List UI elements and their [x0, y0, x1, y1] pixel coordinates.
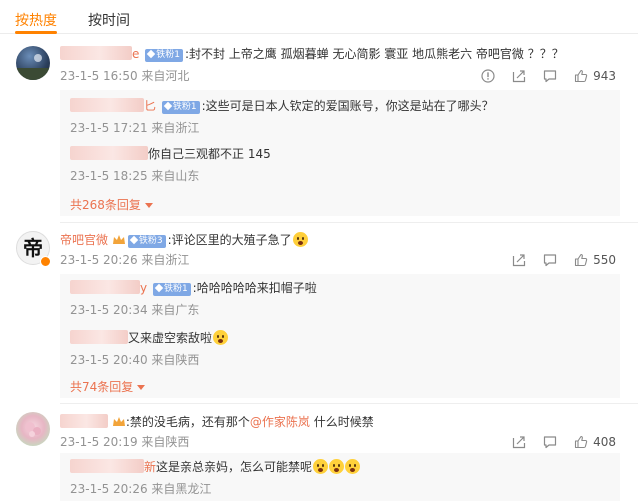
report-button[interactable]	[481, 69, 495, 83]
like-count: 943	[593, 69, 616, 83]
sort-tabs: 按热度 按时间	[0, 0, 638, 34]
username[interactable]: 匕	[144, 99, 156, 113]
emoji-icon	[213, 330, 229, 345]
share-icon	[512, 436, 526, 449]
reply-list: 匕 铁粉1:这些可是日本人钦定的爱国账号，你这是站在了哪头？ 23-1-5 17…	[60, 90, 620, 216]
crown-icon	[112, 235, 125, 244]
emoji-icon	[329, 459, 345, 474]
username-redacted[interactable]	[70, 330, 128, 344]
reply-meta: 23-1-5 20:26 来自黑龙江	[70, 482, 212, 496]
reply-text: 你自己三观都不正 145	[148, 147, 271, 161]
comment-actions: 408	[495, 433, 616, 451]
share-icon	[512, 254, 526, 267]
tab-by-time[interactable]: 按时间	[88, 10, 130, 30]
chevron-down-icon	[144, 203, 153, 208]
username-redacted[interactable]	[70, 280, 140, 294]
mention-link[interactable]: @作家陈岚	[250, 415, 310, 429]
comment-meta: 23-1-5 20:26 来自浙江	[60, 253, 190, 267]
comment-button[interactable]	[543, 253, 557, 267]
reply-text: 又来虚空索敌啦	[128, 331, 213, 345]
username-redacted[interactable]	[70, 459, 144, 473]
reply-meta: 23-1-5 18:25 来自山东	[70, 169, 200, 183]
reply-text: :这些可是日本人钦定的爱国账号，你这是站在了哪头？	[201, 99, 494, 113]
more-replies-link[interactable]: 共74条回复	[70, 378, 146, 395]
share-button[interactable]	[512, 253, 526, 267]
like-count: 408	[593, 435, 616, 449]
fan-badge[interactable]: 铁粉1	[145, 49, 183, 62]
fan-badge[interactable]: 铁粉1	[161, 101, 200, 114]
reply-meta: 23-1-5 20:34 来自广东	[70, 303, 200, 317]
avatar[interactable]	[16, 46, 50, 80]
comment-bubble-icon	[543, 254, 557, 267]
reply-text: 这是亲总亲妈，怎么可能禁呢	[156, 460, 313, 474]
comment-text-suffix: 什么时候禁	[309, 415, 374, 429]
comment-2: 帝 帝吧官微 铁粉3:评论区里的大殖子急了 23-1-5 20:26 来自浙江 …	[0, 222, 638, 404]
like-button[interactable]: 408	[574, 435, 616, 449]
comment-1: e 铁粉1:封不封 上帝之鹰 孤烟暮蝉 无心简影 寰亚 地瓜熊老六 帝吧官微 ？…	[0, 34, 638, 224]
tab-by-hot[interactable]: 按热度	[15, 10, 57, 30]
reply-list: 新这是亲总亲妈，怎么可能禁呢 23-1-5 20:26 来自黑龙江	[60, 453, 620, 501]
share-button[interactable]	[512, 69, 526, 83]
username[interactable]: 新	[144, 460, 156, 474]
thumbs-up-icon	[575, 435, 588, 449]
landscape-avatar-icon	[16, 54, 50, 80]
thumbs-up-icon	[575, 69, 588, 83]
reply-meta: 23-1-5 17:21 来自浙江	[70, 121, 200, 135]
comment-text: :禁的没毛病，还有那个	[125, 415, 250, 429]
comment-button[interactable]	[543, 435, 557, 449]
username[interactable]: 帝吧官微	[60, 233, 108, 247]
comment-3: :禁的没毛病，还有那个@作家陈岚 什么时候禁 23-1-5 20:19 来自陕西…	[0, 403, 638, 501]
emoji-icon	[345, 459, 361, 474]
comment-meta: 23-1-5 20:19 来自陕西	[60, 435, 190, 449]
flower-avatar-icon	[25, 422, 41, 437]
comment-bubble-icon	[543, 436, 557, 449]
like-button[interactable]: 550	[574, 253, 616, 267]
like-count: 550	[593, 253, 616, 267]
username[interactable]: e	[132, 47, 139, 61]
thumbs-up-icon	[575, 253, 588, 267]
username[interactable]: y	[140, 281, 147, 295]
share-icon	[512, 70, 526, 83]
reply-text: :哈哈哈哈哈来扣帽子啦	[192, 281, 317, 295]
username-redacted[interactable]	[70, 146, 148, 160]
alert-icon	[481, 69, 495, 83]
emoji-icon	[292, 232, 308, 247]
username-redacted[interactable]	[60, 414, 108, 428]
comment-actions: 943	[464, 67, 616, 85]
like-button[interactable]: 943	[574, 69, 616, 83]
reply-list: y 铁粉1:哈哈哈哈哈来扣帽子啦 23-1-5 20:34 来自广东 又来虚空索…	[60, 274, 620, 398]
verified-badge-icon	[40, 256, 51, 267]
comment-meta: 23-1-5 16:50 来自河北	[60, 69, 190, 83]
avatar[interactable]	[16, 412, 50, 446]
more-replies-link[interactable]: 共268条回复	[70, 196, 153, 213]
comment-text: :评论区里的大殖子急了	[167, 233, 292, 247]
comment-bubble-icon	[543, 70, 557, 83]
username-redacted[interactable]	[70, 98, 144, 112]
chevron-down-icon	[137, 385, 146, 390]
comment-actions: 550	[495, 251, 616, 269]
share-button[interactable]	[512, 435, 526, 449]
crown-icon	[112, 417, 125, 426]
fan-badge[interactable]: 铁粉3	[127, 235, 166, 248]
username-redacted[interactable]	[60, 46, 132, 60]
fan-badge[interactable]: 铁粉1	[152, 283, 191, 296]
comment-button[interactable]	[543, 69, 557, 83]
reply-meta: 23-1-5 20:40 来自陕西	[70, 353, 200, 367]
comment-text: :封不封 上帝之鹰 孤烟暮蝉 无心简影 寰亚 地瓜熊老六 帝吧官微 ？？？	[184, 47, 564, 61]
emoji-icon	[313, 459, 329, 474]
